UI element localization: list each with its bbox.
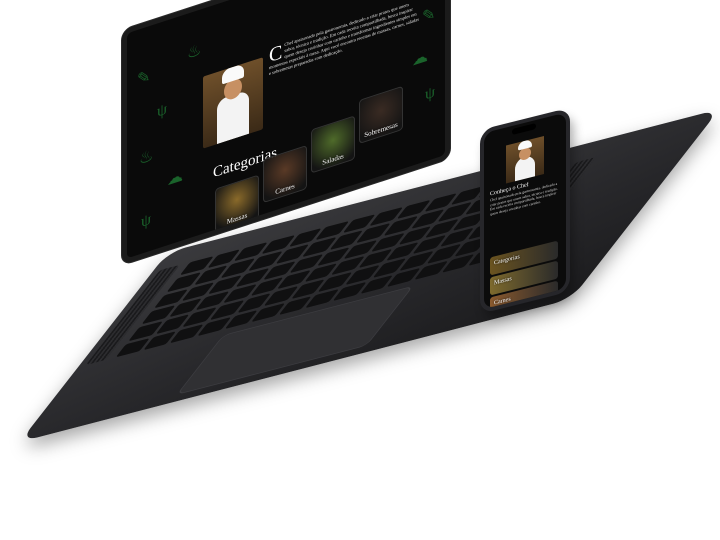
- phone-card-label: Carnes: [494, 296, 511, 307]
- category-label: Massas: [226, 211, 248, 226]
- chef-photo: [506, 136, 544, 184]
- fork-icon: ψ: [157, 100, 168, 121]
- phone: Conheça o Chef Chef apaixonado pela gast…: [480, 107, 570, 314]
- chef-hat-icon: ☁: [167, 167, 183, 190]
- phone-card-label: Massas: [494, 276, 512, 287]
- whisk-icon: ✎: [137, 67, 151, 90]
- whisk-icon: ✎: [422, 5, 436, 27]
- phone-notch: [512, 123, 536, 136]
- pot-icon: ♨: [187, 41, 202, 63]
- fork-icon: ψ: [425, 83, 436, 104]
- phone-card-label: Categorias: [494, 254, 520, 267]
- fork-icon: ψ: [141, 210, 152, 231]
- spoon-icon: ♨: [139, 146, 154, 169]
